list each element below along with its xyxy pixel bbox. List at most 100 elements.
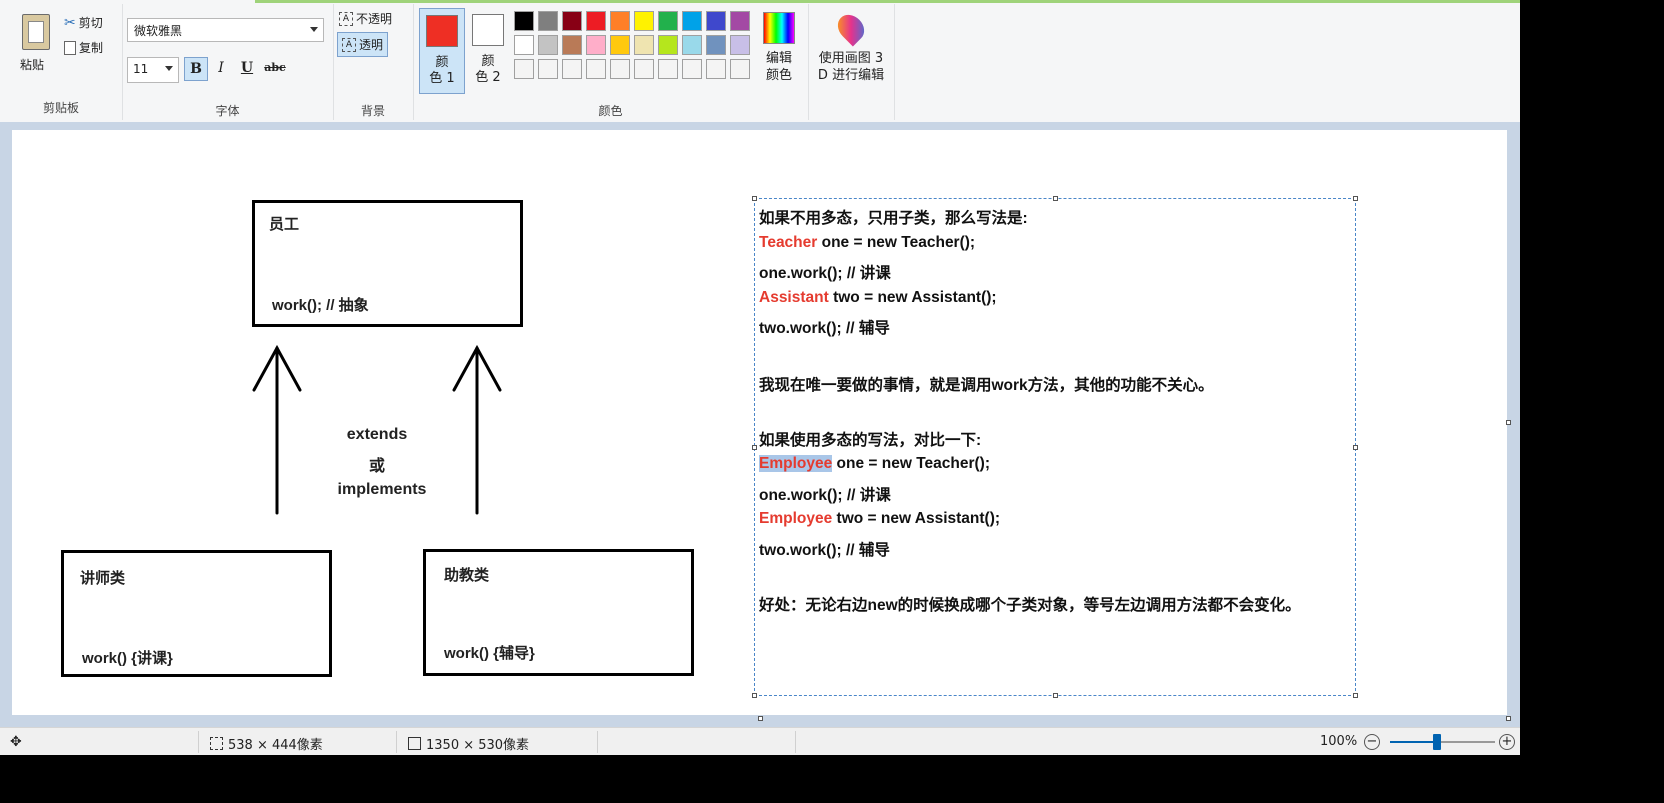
code-line: Teacher one = new Teacher(); — [759, 234, 976, 251]
palette-color-swatch[interactable] — [730, 35, 750, 55]
code-line: 如果不用多态，只用子类，那么写法是: — [759, 210, 1028, 227]
transparent-button[interactable]: A 透明 — [337, 32, 389, 57]
color-2-button[interactable]: 颜 色 2 — [465, 8, 511, 94]
palette-color-swatch[interactable] — [682, 35, 702, 55]
zoom-slider[interactable] — [1390, 734, 1495, 750]
code-line: 我现在唯一要做的事情，就是调用work方法，其他的功能不关心。 — [759, 377, 1214, 394]
background-group-label: 背景 — [360, 104, 385, 118]
palette-color-swatch[interactable] — [610, 59, 630, 79]
palette-color-swatch[interactable] — [658, 11, 678, 31]
bold-button[interactable]: B — [184, 57, 208, 81]
palette-color-swatch[interactable] — [610, 35, 630, 55]
resize-handle[interactable] — [1353, 196, 1358, 201]
status-bar: ✥ 538 × 444像素 1350 × 530像素 100% − + — [0, 727, 1520, 756]
palette-color-swatch[interactable] — [538, 11, 558, 31]
opaque-icon: A — [339, 11, 353, 26]
resize-handle[interactable] — [752, 196, 757, 201]
color-1-button[interactable]: 颜 色 1 — [419, 8, 465, 94]
palette-color-swatch[interactable] — [562, 35, 582, 55]
palette-color-swatch[interactable] — [586, 59, 606, 79]
palette-color-swatch[interactable] — [682, 59, 702, 79]
copy-button[interactable]: 复制 — [64, 39, 103, 56]
code-line: two.work(); // 辅导 — [759, 320, 890, 337]
selection-icon — [210, 737, 223, 750]
palette-color-swatch[interactable] — [634, 11, 654, 31]
copy-icon — [64, 40, 76, 55]
divider — [198, 731, 199, 753]
palette-color-swatch[interactable] — [562, 59, 582, 79]
opaque-button[interactable]: A 不透明 — [339, 10, 392, 27]
highlighted-text: Employee — [759, 455, 833, 472]
move-cursor-icon: ✥ — [10, 734, 22, 750]
font-family-select[interactable]: 微软雅黑 — [127, 18, 324, 42]
palette-color-swatch[interactable] — [730, 11, 750, 31]
font-size-select[interactable]: 11 — [127, 57, 179, 83]
edit-colors-button[interactable]: 编辑 颜色 — [760, 12, 798, 84]
strikethrough-button[interactable]: abc — [262, 57, 288, 81]
resize-handle[interactable] — [752, 445, 757, 450]
canvas-size-icon — [408, 737, 421, 750]
paste-icon — [22, 14, 50, 50]
paint3d-icon — [832, 9, 870, 47]
color-palette — [513, 10, 753, 82]
color-2-swatch — [472, 14, 504, 46]
palette-color-swatch[interactable] — [634, 35, 654, 55]
zoom-slider-fill — [1390, 741, 1438, 743]
screen-right-edge — [1520, 0, 1664, 803]
italic-button[interactable]: I — [209, 57, 233, 81]
assistant-class-method: work() {辅导} — [444, 645, 535, 662]
divider — [597, 731, 598, 753]
palette-color-swatch[interactable] — [586, 11, 606, 31]
zoom-out-button[interactable]: − — [1364, 734, 1380, 750]
palette-color-swatch[interactable] — [706, 11, 726, 31]
canvas-resize-handle[interactable] — [758, 716, 763, 721]
clipboard-group-label: 剪贴板 — [42, 101, 79, 115]
palette-color-swatch[interactable] — [682, 11, 702, 31]
divider — [396, 731, 397, 753]
code-line: one.work(); // 讲课 — [759, 265, 891, 282]
palette-color-swatch[interactable] — [562, 11, 582, 31]
palette-color-swatch[interactable] — [658, 59, 678, 79]
palette-color-swatch[interactable] — [706, 35, 726, 55]
font-group-label: 字体 — [215, 104, 240, 118]
palette-color-swatch[interactable] — [514, 59, 534, 79]
code-line: one.work(); // 讲课 — [759, 487, 891, 504]
palette-color-swatch[interactable] — [538, 35, 558, 55]
drawing-canvas[interactable]: 员工 work(); // 抽象 extends 或 implements 讲师… — [12, 130, 1511, 721]
palette-color-swatch[interactable] — [730, 59, 750, 79]
underline-button[interactable]: U — [235, 57, 259, 81]
zoom-in-button[interactable]: + — [1499, 734, 1515, 750]
edit-with-paint3d-button[interactable]: 使用画图 3 D 进行编辑 — [812, 9, 890, 84]
cut-button[interactable]: ✂ 剪切 — [64, 14, 103, 31]
palette-color-swatch[interactable] — [658, 35, 678, 55]
assistant-class-title: 助教类 — [444, 567, 490, 584]
palette-color-swatch[interactable] — [610, 11, 630, 31]
palette-color-swatch[interactable] — [514, 11, 534, 31]
resize-handle[interactable] — [1353, 445, 1358, 450]
code-line: Assistant two = new Assistant(); — [759, 289, 997, 306]
palette-color-swatch[interactable] — [634, 59, 654, 79]
canvas-resize-handle[interactable] — [1506, 420, 1511, 425]
transparent-icon: A — [342, 37, 356, 52]
canvas-workspace: 员工 work(); // 抽象 extends 或 implements 讲师… — [0, 122, 1520, 727]
resize-handle[interactable] — [752, 693, 757, 698]
text-selection-box[interactable]: 如果不用多态，只用子类，那么写法是: Teacher one = new Tea… — [752, 196, 1358, 698]
ribbon-tab-indicator — [255, 0, 1520, 3]
zoom-slider-thumb[interactable] — [1433, 734, 1442, 750]
chevron-down-icon — [310, 27, 318, 32]
resize-handle[interactable] — [1053, 693, 1058, 698]
scissors-icon: ✂ — [64, 14, 76, 31]
paste-button[interactable]: 粘贴 — [14, 8, 54, 88]
palette-color-swatch[interactable] — [514, 35, 534, 55]
resize-handle[interactable] — [1353, 693, 1358, 698]
teacher-class-title: 讲师类 — [80, 570, 126, 587]
canvas-resize-handle[interactable] — [1506, 716, 1511, 721]
palette-color-swatch[interactable] — [706, 59, 726, 79]
employee-class-title: 员工 — [269, 216, 300, 233]
palette-color-swatch[interactable] — [586, 35, 606, 55]
resize-handle[interactable] — [1053, 196, 1058, 201]
teacher-class-method: work() {讲课} — [82, 650, 173, 667]
palette-color-swatch[interactable] — [538, 59, 558, 79]
code-line: 如果使用多态的写法，对比一下: — [759, 432, 982, 449]
divider — [795, 731, 796, 753]
